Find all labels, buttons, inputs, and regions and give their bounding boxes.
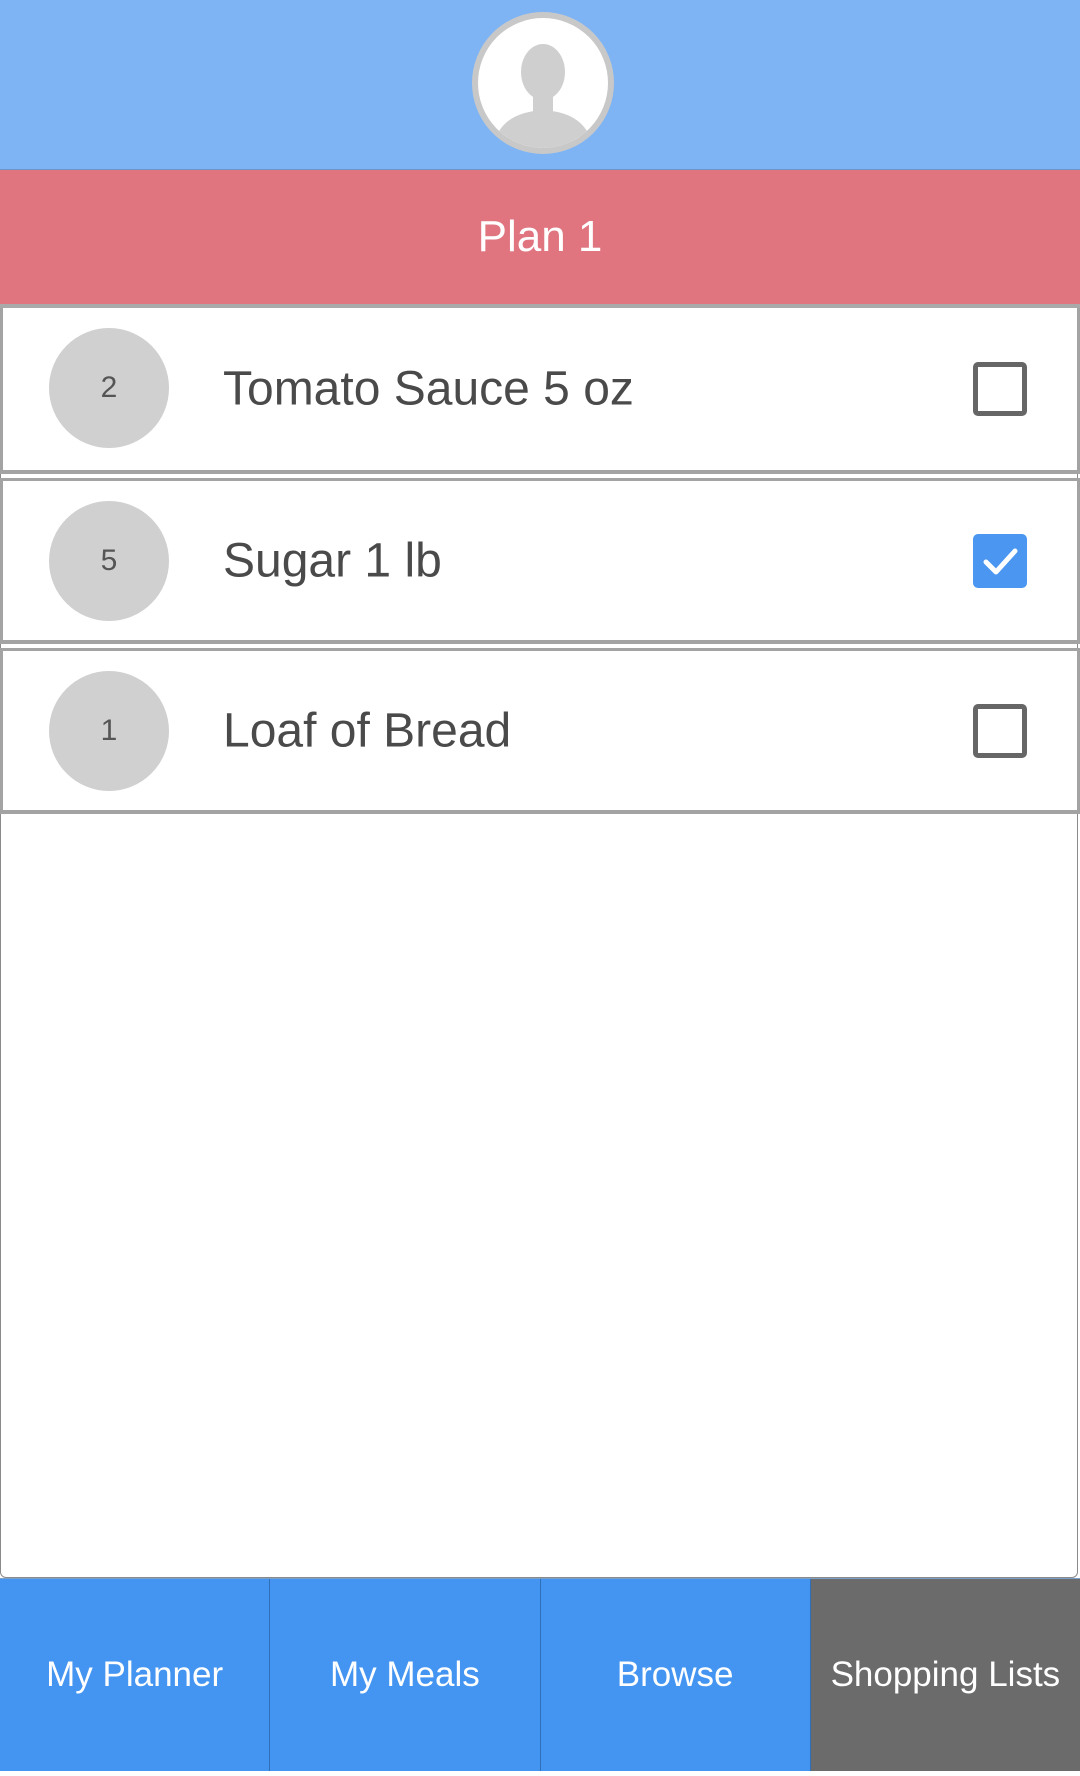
tab-my-meals[interactable]: My Meals bbox=[270, 1579, 541, 1771]
item-checkbox[interactable] bbox=[973, 533, 1027, 588]
tab-shopping-lists[interactable]: Shopping Lists bbox=[810, 1579, 1080, 1771]
item-label: Loaf of Bread bbox=[223, 704, 512, 757]
quantity-badge: 2 bbox=[49, 328, 169, 448]
list-item[interactable]: 2 Tomato Sauce 5 oz bbox=[0, 308, 1080, 474]
user-avatar-icon[interactable] bbox=[470, 10, 616, 156]
item-checkbox[interactable] bbox=[973, 703, 1027, 758]
item-label: Tomato Sauce 5 oz bbox=[223, 362, 634, 416]
tab-my-planner[interactable]: My Planner bbox=[0, 1579, 271, 1771]
plan-title: Plan 1 bbox=[477, 212, 603, 261]
quantity-badge: 1 bbox=[49, 671, 169, 791]
tab-browse[interactable]: Browse bbox=[540, 1579, 811, 1771]
quantity-badge: 5 bbox=[49, 501, 169, 621]
list-item[interactable]: 5 Sugar 1 lb bbox=[0, 478, 1080, 644]
list-item[interactable]: 1 Loaf of Bread bbox=[0, 648, 1080, 814]
shopping-list: 2 Tomato Sauce 5 oz 5 Sugar 1 lb 1 Loaf … bbox=[0, 308, 1080, 818]
item-label: Sugar 1 lb bbox=[223, 534, 442, 587]
app-header bbox=[0, 0, 1080, 170]
checkmark-icon bbox=[983, 548, 1018, 574]
bottom-tab-bar: My Planner My Meals Browse Shopping List… bbox=[0, 1578, 1080, 1771]
plan-title-bar: Plan 1 bbox=[0, 170, 1080, 308]
item-checkbox[interactable] bbox=[973, 362, 1027, 416]
